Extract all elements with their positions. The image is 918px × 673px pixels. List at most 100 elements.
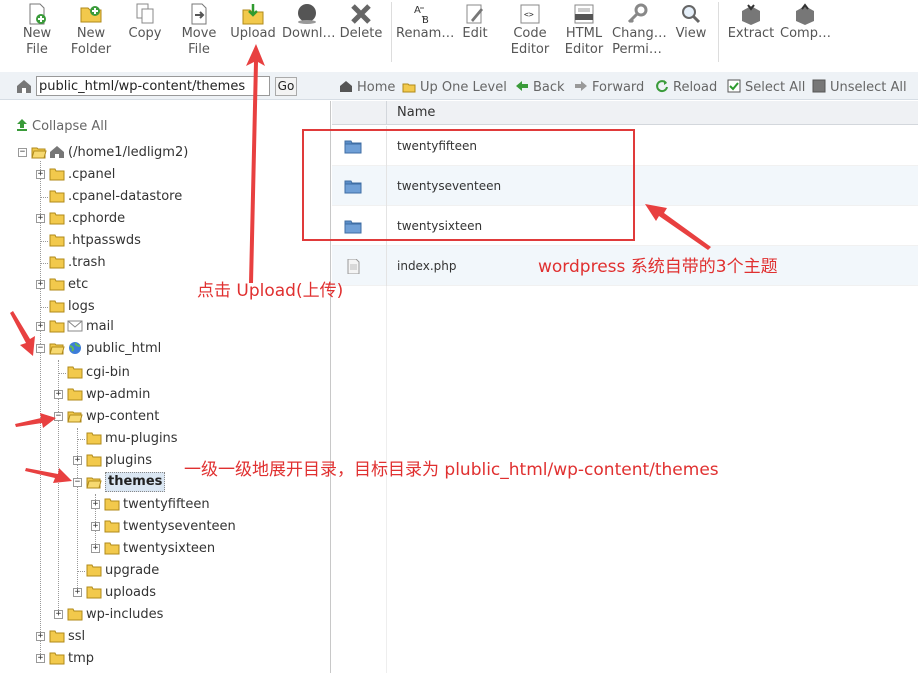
collapse-all-label: Collapse All [32,119,108,134]
tree-node-wp-admin[interactable]: + wp-admin [0,385,330,405]
tree-node-label: twentyseventeen [123,519,236,534]
tree-node-upgrade[interactable]: upgrade [0,561,330,581]
tree-node-label: etc [68,277,89,292]
code-editor-button[interactable]: <> Code Editor [508,0,552,62]
tree-node-twentyfifteen[interactable]: + twentyfifteen [0,495,330,515]
tree-node-ssl[interactable]: + ssl [0,627,330,647]
expand-icon[interactable]: + [73,588,82,597]
compress-label: Comp… [780,26,831,41]
unselect-all-button[interactable]: Unselect All [812,79,907,95]
rename-button[interactable]: AB Renam… [396,0,454,62]
select-all-button[interactable]: Select All [727,79,805,95]
folder-icon [86,563,102,577]
go-button[interactable]: Go [275,77,297,96]
nav-up-button[interactable]: Up One Level [402,79,507,95]
copy-button[interactable]: Copy [126,0,164,62]
navigation-bar: Home Up One Level Back Forward Reload Se… [331,72,918,100]
tree-node-cpanel-datastore[interactable]: .cpanel-datastore [0,187,330,207]
collapse-all-button[interactable]: Collapse All [16,118,108,134]
expand-icon[interactable]: + [91,544,100,553]
back-arrow-icon [516,81,528,91]
path-input[interactable] [36,76,270,96]
delete-label: Delete [339,26,383,41]
column-name-header[interactable]: Name [397,105,435,120]
new-folder-label: New Folder [70,26,112,57]
edit-icon [466,4,483,24]
nav-reload-button[interactable]: Reload [655,79,717,95]
new-folder-button[interactable]: New Folder [68,0,114,62]
tree-node-tmp[interactable]: + tmp [0,649,330,669]
tree-node-label: .trash [68,255,106,270]
tree-node-label: themes [105,472,166,492]
collapse-node-icon[interactable]: − [18,148,27,157]
tree-node-label: public_html [86,341,162,356]
delete-button[interactable]: Delete [339,0,383,62]
globe-icon [67,341,83,355]
html-editor-button[interactable]: HTML Editor [562,0,606,62]
directory-tree: Collapse All − (/home1/ledligm2) + .cpanel.… [0,101,331,673]
compress-button[interactable]: Comp… [780,0,831,62]
move-file-button[interactable]: Move File [180,0,218,62]
tree-root-node[interactable]: − (/home1/ledligm2) [0,143,330,163]
tree-node-uploads[interactable]: + uploads [0,583,330,603]
tree-connector [77,571,85,572]
expand-icon[interactable]: + [36,632,45,641]
view-button[interactable]: View [673,0,709,62]
tree-node-trash[interactable]: .trash [0,253,330,273]
tree-node-cpanel[interactable]: + .cpanel [0,165,330,185]
permissions-icon [627,3,648,24]
expand-icon[interactable]: + [36,280,45,289]
tree-node-twentysixteen[interactable]: + twentysixteen [0,539,330,559]
download-label: Downl… [282,26,336,41]
move-file-icon [191,3,207,25]
nav-back-button[interactable]: Back [515,79,565,95]
expand-icon[interactable]: + [54,390,63,399]
nav-forward-label: Forward [592,80,645,95]
tree-node-public-html[interactable]: − public_html [0,339,330,359]
nav-back-label: Back [533,80,565,95]
tree-node-cphorde[interactable]: + .cphorde [0,209,330,229]
checkbox-empty-icon [812,79,826,93]
code-editor-icon: <> [520,4,540,24]
tree-node-label: ssl [68,629,86,644]
tree-node-cgi-bin[interactable]: cgi-bin [0,363,330,383]
file-icon [344,258,362,275]
home-icon [340,81,352,92]
download-button[interactable]: Downl… [282,0,336,62]
change-permissions-button[interactable]: Chang… Permi… [612,0,667,62]
collapse-node-icon[interactable]: − [36,344,45,353]
tree-node-htpasswds[interactable]: .htpasswds [0,231,330,251]
expand-icon[interactable]: + [73,456,82,465]
toolbar-separator [718,2,719,62]
up-level-icon [402,83,416,93]
new-file-button[interactable]: New File [18,0,56,62]
upload-button[interactable]: Upload [230,0,276,62]
copy-label: Copy [128,26,162,41]
expand-icon[interactable]: + [54,610,63,619]
tree-node-wp-includes[interactable]: + wp-includes [0,605,330,625]
expand-icon[interactable]: + [91,500,100,509]
nav-home-label: Home [357,80,396,95]
tree-node-twentyseventeen[interactable]: + twentyseventeen [0,517,330,537]
tree-node-mu-plugins[interactable]: mu-plugins [0,429,330,449]
edit-button[interactable]: Edit [458,0,492,62]
nav-home-button[interactable]: Home [339,79,395,95]
move-file-label: Move File [181,26,217,57]
extract-button[interactable]: Extract [726,0,776,62]
expand-icon[interactable]: + [36,214,45,223]
tree-node-wp-content[interactable]: − wp-content [0,407,330,427]
expand-icon[interactable]: + [36,654,45,663]
change-permissions-label: Chang… Permi… [612,26,667,57]
nav-forward-button[interactable]: Forward [574,79,644,95]
folder-icon [104,497,120,511]
expand-icon[interactable]: + [36,170,45,179]
folder-icon [49,629,65,643]
folder-icon [67,365,83,379]
copy-icon [136,3,154,24]
folder-icon [49,211,65,225]
collapse-node-icon[interactable]: − [73,478,82,487]
collapse-node-icon[interactable]: − [54,412,63,421]
tree-node-mail[interactable]: + mail [0,317,330,337]
expand-icon[interactable]: + [36,322,45,331]
expand-icon[interactable]: + [91,522,100,531]
